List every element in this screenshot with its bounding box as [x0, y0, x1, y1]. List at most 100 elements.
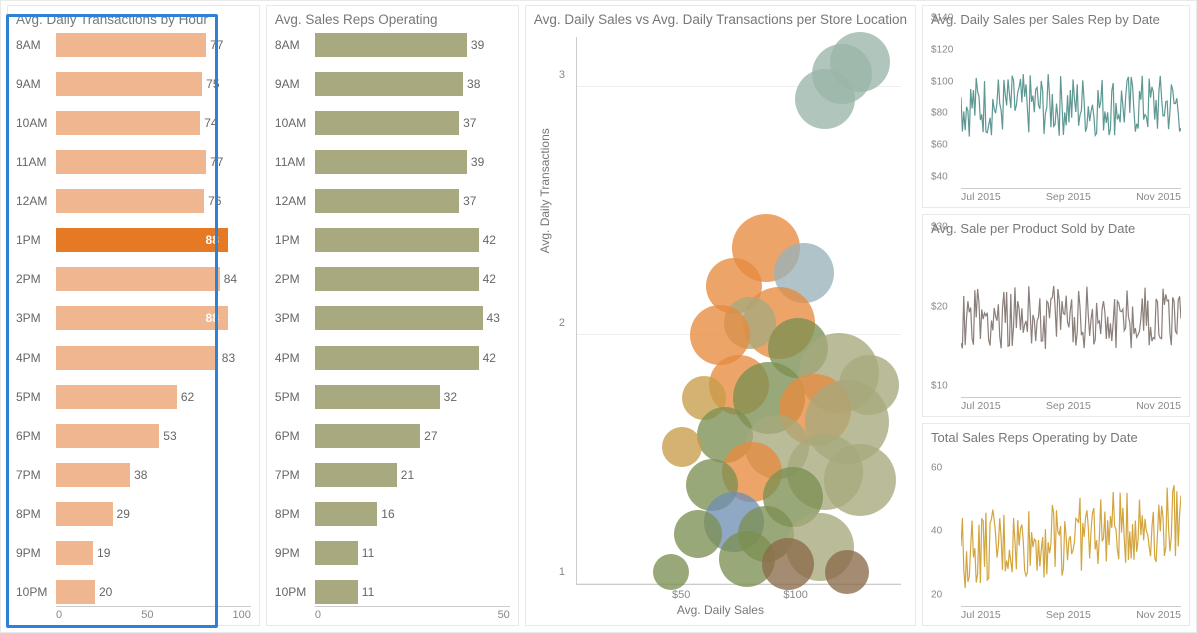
scatter-bubble[interactable]	[824, 444, 896, 516]
bar-value: 32	[444, 390, 457, 404]
bar-track: 74	[56, 111, 251, 135]
chart-sale-per-product[interactable]: Avg. Sale per Product Sold by Date $10$2…	[922, 214, 1190, 417]
x-tick: Nov 2015	[1136, 191, 1181, 203]
x-axis: Jul 2015Sep 2015Nov 2015	[961, 400, 1181, 412]
bar-fill	[315, 580, 358, 604]
bar-row[interactable]: 11AM39	[275, 148, 510, 176]
bar-value: 37	[463, 194, 476, 208]
bar-value: 62	[181, 390, 194, 404]
bar-row[interactable]: 7PM38	[16, 461, 251, 489]
bar-value: 37	[463, 116, 476, 130]
bar-value: 84	[224, 272, 237, 286]
x-axis: Jul 2015Sep 2015Nov 2015	[961, 191, 1181, 203]
bar-row[interactable]: 12AM37	[275, 187, 510, 215]
bar-row[interactable]: 2PM42	[275, 265, 510, 293]
chart-title: Avg. Daily Transactions by Hour	[16, 12, 251, 27]
bar-fill	[56, 385, 177, 409]
category-label: 2PM	[16, 272, 56, 286]
bar-row[interactable]: 7PM21	[275, 461, 510, 489]
bar-row[interactable]: 9AM75	[16, 70, 251, 98]
bar-row[interactable]: 3PM 88	[16, 304, 251, 332]
bar-row[interactable]: 8PM16	[275, 500, 510, 528]
bar-track: 37	[315, 189, 510, 213]
bar-row[interactable]: 8AM39	[275, 31, 510, 59]
bar-row[interactable]: 4PM83	[16, 344, 251, 372]
y-tick: $60	[931, 140, 948, 151]
scatter-bubble[interactable]	[653, 554, 689, 590]
bar-row[interactable]: 10PM11	[275, 578, 510, 606]
chart-title: Avg. Sales Reps Operating	[275, 12, 510, 27]
bar-row[interactable]: 2PM 84	[16, 265, 251, 293]
bar-track: 39	[315, 33, 510, 57]
bar-track: 27	[315, 424, 510, 448]
y-tick: 2	[559, 317, 565, 329]
x-tick: Nov 2015	[1136, 400, 1181, 412]
bar-value: 11	[362, 546, 374, 560]
category-label: 12AM	[16, 194, 56, 208]
category-label: 3PM	[16, 311, 56, 325]
chart-transactions-by-hour[interactable]: Avg. Daily Transactions by Hour 8AM77 9AM…	[7, 5, 260, 626]
y-tick: 20	[931, 590, 942, 601]
bar-row[interactable]: 5PM32	[275, 383, 510, 411]
bar-track: 77	[56, 150, 251, 174]
chart-total-reps-operating[interactable]: Total Sales Reps Operating by Date 20406…	[922, 423, 1190, 626]
y-tick: $80	[931, 108, 948, 119]
bar-track: 21	[315, 463, 510, 487]
bar-fill	[56, 424, 159, 448]
y-tick: $120	[931, 44, 953, 55]
x-tick: Nov 2015	[1136, 609, 1181, 621]
x-tick: $100	[783, 589, 807, 601]
chart-title: Avg. Daily Sales per Sales Rep by Date	[931, 12, 1181, 27]
bar-row[interactable]: 8PM29	[16, 500, 251, 528]
bar-row[interactable]: 5PM62	[16, 383, 251, 411]
bar-row[interactable]: 8AM77	[16, 31, 251, 59]
bar-fill	[315, 306, 483, 330]
bar-row[interactable]: 4PM42	[275, 344, 510, 372]
x-axis: 050100	[56, 606, 251, 621]
bar-row[interactable]: 9PM19	[16, 539, 251, 567]
bar-row[interactable]: 3PM43	[275, 304, 510, 332]
bar-fill	[56, 502, 113, 526]
category-label: 10AM	[16, 116, 56, 130]
chart-sales-vs-transactions[interactable]: Avg. Daily Sales vs Avg. Daily Transacti…	[525, 5, 916, 626]
x-tick: 100	[233, 609, 251, 621]
bar-track: 19	[56, 541, 251, 565]
bar-track: 43	[315, 306, 510, 330]
bar-fill	[56, 306, 228, 330]
bar-row[interactable]: 10AM37	[275, 109, 510, 137]
chart-daily-sales-per-rep[interactable]: Avg. Daily Sales per Sales Rep by Date $…	[922, 5, 1190, 208]
bar-value: 38	[134, 468, 147, 482]
chart-sales-reps-operating[interactable]: Avg. Sales Reps Operating 8AM39 9AM38 10AM…	[266, 5, 519, 626]
bar-value: 39	[471, 38, 484, 52]
bar-track: 77	[56, 33, 251, 57]
y-tick: $30	[931, 222, 948, 233]
bar-fill	[315, 150, 467, 174]
x-axis: 050	[315, 606, 510, 621]
bar-row[interactable]: 11AM77	[16, 148, 251, 176]
bar-row[interactable]: 10PM20	[16, 578, 251, 606]
y-tick: 1	[559, 566, 565, 578]
x-tick: Jul 2015	[961, 609, 1001, 621]
bar-body: 8AM39 9AM38 10AM37 11AM39 12AM37 1PM42 2PM42 3P…	[275, 31, 510, 606]
category-label: 6PM	[275, 429, 315, 443]
bar-track: 20	[56, 580, 251, 604]
scatter-bubble[interactable]	[795, 69, 855, 129]
bar-row[interactable]: 10AM74	[16, 109, 251, 137]
scatter-bubble[interactable]	[762, 538, 814, 590]
scatter-bubble[interactable]	[674, 510, 722, 558]
chart-title: Avg. Daily Sales vs Avg. Daily Transacti…	[534, 12, 907, 27]
x-tick: $50	[672, 589, 690, 601]
bar-row[interactable]: 6PM53	[16, 422, 251, 450]
bar-track: 38	[315, 72, 510, 96]
scatter-bubble[interactable]	[825, 550, 869, 594]
bar-fill	[56, 33, 206, 57]
bar-value: 88	[206, 311, 219, 325]
scatter-bubble[interactable]	[662, 427, 702, 467]
bar-row[interactable]: 1PM88	[16, 226, 251, 254]
bar-row[interactable]: 9AM38	[275, 70, 510, 98]
bar-row[interactable]: 6PM27	[275, 422, 510, 450]
bar-row[interactable]: 1PM42	[275, 226, 510, 254]
bar-fill	[315, 541, 358, 565]
bar-row[interactable]: 9PM11	[275, 539, 510, 567]
bar-row[interactable]: 12AM76	[16, 187, 251, 215]
